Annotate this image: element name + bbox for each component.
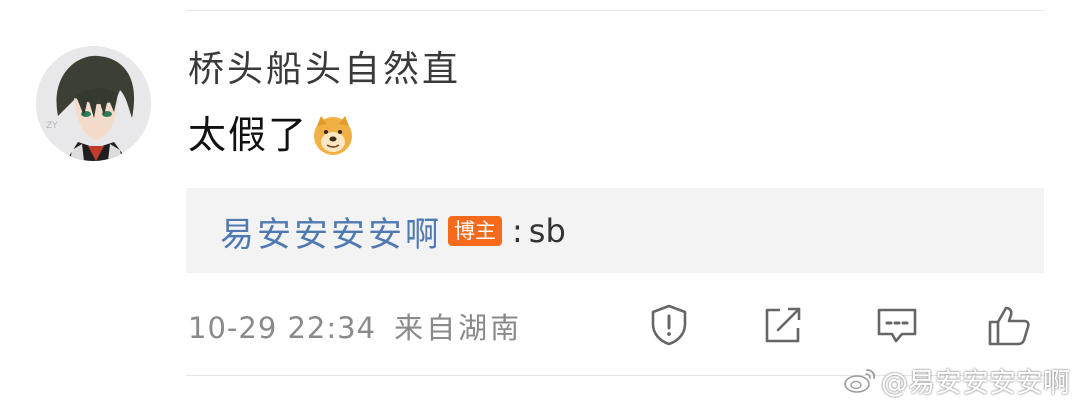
- thumbs-up-icon: [988, 306, 1030, 346]
- comment-text: 太假了: [188, 113, 309, 157]
- reply-colon: :: [512, 212, 523, 250]
- share-icon: [765, 307, 801, 343]
- shield-alert-icon: [651, 304, 687, 346]
- comment-body: 太假了: [188, 110, 354, 160]
- like-button[interactable]: [986, 302, 1032, 348]
- comment-username[interactable]: 桥头船头自然直: [188, 46, 461, 94]
- share-button[interactable]: [760, 302, 806, 348]
- comment-meta: 10-29 22:34 来自湖南: [188, 305, 522, 347]
- comment-time: 10-29 22:34: [188, 311, 377, 345]
- reply-button[interactable]: [874, 302, 920, 348]
- weibo-watermark: @易安安安安啊: [843, 360, 1070, 400]
- weibo-logo-icon: [844, 369, 876, 393]
- reply-box[interactable]: 易安安安安啊 博主 : sb: [186, 188, 1044, 273]
- author-badge: 博主: [448, 216, 502, 246]
- comment-source: 来自湖南: [394, 311, 523, 345]
- reply-text: sb: [528, 212, 566, 250]
- top-divider: [186, 10, 1044, 11]
- report-button[interactable]: [646, 302, 692, 348]
- doge-emoji-icon: [312, 114, 354, 156]
- avatar[interactable]: ZY: [36, 46, 151, 161]
- reply-author[interactable]: 易安安安安啊: [220, 207, 442, 256]
- comment-icon: [877, 308, 917, 343]
- svg-text:ZY: ZY: [46, 121, 58, 131]
- reply-line: 易安安安安啊 博主 : sb: [220, 207, 566, 256]
- watermark-text: @易安安安安啊: [881, 367, 1070, 399]
